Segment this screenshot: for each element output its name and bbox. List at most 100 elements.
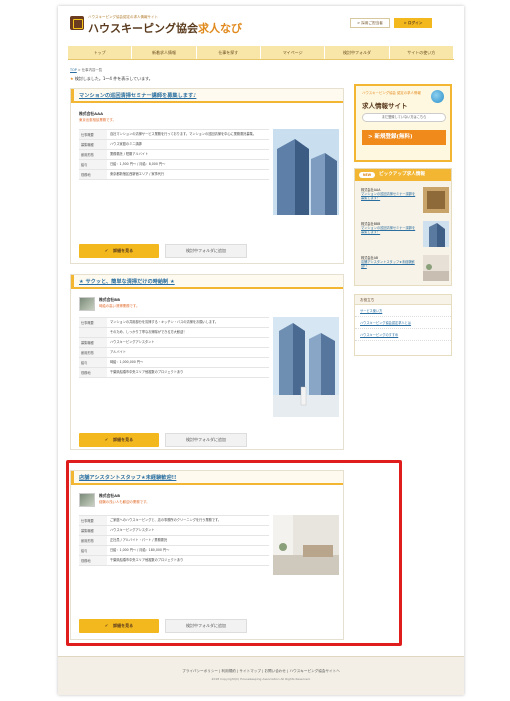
pickup-header: NEW ピックアップ求人情報 bbox=[355, 169, 451, 181]
pickup-title: ピックアップ求人情報 bbox=[379, 172, 425, 177]
copyright: 2018 Copyright(C) Housekeeping Associati… bbox=[211, 677, 311, 681]
detail-label: 詳細を見る bbox=[113, 248, 134, 253]
row-label: 募集職種 bbox=[79, 140, 107, 149]
detail-button[interactable]: ✔ 詳細を見る bbox=[79, 433, 159, 447]
company-sub: 東京出張相談業務です。 bbox=[79, 118, 116, 122]
row-value: 自社マンションの清掃サービス業務を行っております。マンションの巡回清掃を中心に業… bbox=[110, 132, 257, 136]
register-tag: ハウスキーピング協会 認定の求人情報 bbox=[362, 91, 421, 95]
row-value: 千葉県船橋市中央エリア他複数のプロジェクトあり bbox=[110, 369, 184, 374]
nav-item[interactable]: 新着求人情報 bbox=[132, 46, 197, 59]
nav-item[interactable]: サイトの使い方 bbox=[390, 46, 454, 59]
table-row: 給与 日給：1,500 円～ / 月給：8,000 円～ bbox=[79, 160, 269, 170]
sidebar-link[interactable]: ハウスキーピングのすすめ bbox=[355, 329, 451, 341]
table-row: 仕事概要 自社マンションの清掃サービス業務を行っております。マンションの巡回清掃を… bbox=[79, 130, 269, 140]
highlight-box bbox=[66, 460, 402, 646]
logo-main: ハウスキーピング協会 bbox=[88, 22, 198, 35]
row-value: 東京都新宿区西新宿エリア / 家事代行 bbox=[110, 172, 165, 176]
row-label: 雇用形態 bbox=[79, 150, 107, 159]
job-title[interactable]: マンションの巡回清掃セミナー講師を募集します♪ bbox=[71, 89, 343, 103]
sidebar-link[interactable]: ハウスキーピング協会認定求人とは bbox=[355, 317, 451, 329]
table-row: 雇用形態 アルバイト bbox=[79, 347, 269, 358]
result-count: ★ 検討しました。1～4 件を表示しています。 bbox=[70, 76, 153, 82]
pickup-panel: NEW ピックアップ求人情報 株式会社AAA マンションの巡回清掃セミナー講師を… bbox=[354, 168, 452, 286]
page: ハウスキーピング協会認定の求人情報サイト ハウスキーピング協会求人なび > 採用… bbox=[58, 6, 464, 695]
table-row: 勤務地 千葉県船橋市中央エリア他複数のプロジェクトあり bbox=[79, 367, 269, 378]
add-favorite-button[interactable]: 検討中フォルダに追加 bbox=[165, 244, 247, 258]
star-icon: ★ bbox=[70, 76, 74, 81]
job-card: マンションの巡回清掃セミナー講師を募集します♪ 株式会社AAA 東京出張相談業務… bbox=[70, 88, 344, 264]
breadcrumb-home[interactable]: TOP bbox=[70, 68, 77, 72]
check-icon: ✔ bbox=[104, 248, 109, 253]
row-label: 仕事概要 bbox=[79, 130, 107, 139]
job-title-link[interactable]: ★ サクッと、簡単な清掃だけの時給制 ★ bbox=[79, 279, 175, 285]
globe-icon bbox=[431, 90, 444, 103]
table-row: 仕事概要 マンションの共用部分を清掃する・キッチン・バスの清掃をお願いします。 bbox=[79, 318, 269, 328]
header: ハウスキーピング協会認定の求人情報サイト ハウスキーピング協会求人なび > 採用… bbox=[58, 6, 464, 46]
row-value: ハウス家庭のミニ講師 bbox=[110, 142, 142, 146]
job-card: ★ サクッと、簡単な清掃だけの時給制 ★ 株式会社BB 時給の高い清掃業務です。… bbox=[70, 274, 344, 450]
pickup-link[interactable]: マンションの巡回清掃セミナー講師を募集します！ bbox=[361, 226, 417, 235]
row-value: そのため、しっかり丁寧なお掃除ができる方大歓迎！ bbox=[110, 330, 187, 334]
register-panel: ハウスキーピング協会 認定の求人情報 求人情報サイト まだ登録していない方はこち… bbox=[354, 84, 452, 162]
job-photo[interactable] bbox=[273, 129, 339, 215]
useful-links-panel: お役立ち サービス使い方 ハウスキーピング協会認定求人とは ハウスキーピングのす… bbox=[354, 294, 452, 356]
row-value: 業務委託 / 短期アルバイト bbox=[110, 152, 149, 156]
table-row: 給与 時給：1,000,000 円～ bbox=[79, 357, 269, 368]
job-title-link[interactable]: マンションの巡回清掃セミナー講師を募集します♪ bbox=[79, 93, 196, 99]
pickup-image[interactable] bbox=[423, 255, 449, 281]
sidebar-link[interactable]: サービス使い方 bbox=[355, 305, 451, 317]
nav-item[interactable]: 仕事を探す bbox=[197, 46, 261, 59]
row-label: 仕事概要 bbox=[79, 318, 107, 327]
pickup-image[interactable] bbox=[423, 221, 449, 247]
nav-item[interactable]: マイページ bbox=[261, 46, 326, 59]
row-label: 勤務地 bbox=[79, 170, 107, 179]
row-value: 時給：1,000,000 円～ bbox=[110, 359, 144, 364]
logo-icon[interactable] bbox=[70, 16, 84, 30]
nav-item[interactable]: 検討中フォルダ bbox=[325, 46, 390, 59]
links-title: お役立ち bbox=[355, 295, 451, 305]
detail-button[interactable]: ✔ 詳細を見る bbox=[79, 244, 159, 258]
table-row: 勤務地 東京都新宿区西新宿エリア / 家事代行 bbox=[79, 170, 269, 180]
row-value: マンションの共用部分を清掃する・キッチン・バスの清掃をお願いします。 bbox=[110, 320, 219, 324]
table-row: 雇用形態 業務委託 / 短期アルバイト bbox=[79, 150, 269, 160]
pickup-link[interactable]: 店舗アシスタントスタッフ★未経験歓迎!! bbox=[361, 260, 417, 269]
new-badge: NEW bbox=[359, 172, 375, 178]
logo-accent: 求人なび bbox=[198, 22, 242, 35]
row-label: 雇用形態 bbox=[79, 347, 107, 357]
row-label bbox=[79, 328, 107, 337]
breadcrumb: TOP > 仕事内容一覧 bbox=[70, 67, 102, 72]
footer-links[interactable]: プライバシーポリシー | 利用規約 | サイトマップ | お問い合わせ | ハウ… bbox=[58, 669, 464, 674]
job-photo[interactable] bbox=[273, 317, 339, 417]
login-button[interactable]: > ログイン bbox=[394, 18, 432, 28]
row-value: ハウスキーピングアシスタント bbox=[110, 339, 155, 344]
result-text: 検討しました。1～4 件を表示しています。 bbox=[74, 76, 153, 81]
table-row: 募集職種 ハウスキーピングアシスタント bbox=[79, 337, 269, 348]
detail-label: 詳細を見る bbox=[113, 437, 134, 442]
site-logo[interactable]: ハウスキーピング協会求人なび bbox=[88, 20, 242, 36]
check-icon: ✔ bbox=[104, 437, 109, 442]
pickup-item[interactable]: 株式会社BBB マンションの巡回清掃セミナー講師を募集します！ bbox=[361, 221, 449, 251]
job-title[interactable]: ★ サクッと、簡単な清掃だけの時給制 ★ bbox=[71, 275, 343, 289]
row-value: 日給：1,500 円～ / 月給：8,000 円～ bbox=[110, 162, 166, 166]
company-sub: 時給の高い清掃業務です。 bbox=[99, 304, 140, 308]
row-label: 給与 bbox=[79, 357, 107, 367]
nav-item[interactable]: トップ bbox=[68, 46, 133, 59]
footer: プライバシーポリシー | 利用規約 | サイトマップ | お問い合わせ | ハウ… bbox=[58, 656, 464, 695]
company-button[interactable]: > 採用ご担当者 bbox=[350, 18, 390, 28]
register-note: まだ登録していない方はこちら bbox=[362, 113, 446, 122]
register-title: 求人情報サイト bbox=[362, 102, 408, 110]
row-label: 勤務地 bbox=[79, 367, 107, 377]
global-nav: トップ 新着求人情報 仕事を探す マイページ 検討中フォルダ サイトの使い方 bbox=[68, 46, 454, 60]
job-detail-table: 仕事概要 マンションの共用部分を清掃する・キッチン・バスの清掃をお願いします。 そ… bbox=[79, 317, 269, 378]
add-favorite-button[interactable]: 検討中フォルダに追加 bbox=[165, 433, 247, 447]
table-row: そのため、しっかり丁寧なお掃除ができる方大歓迎！ bbox=[79, 328, 269, 338]
register-button[interactable]: > 新規登録(無料) bbox=[362, 130, 446, 145]
pickup-item[interactable]: 株式会社AAA マンションの巡回清掃セミナー講師を募集します！ bbox=[361, 187, 449, 217]
row-value: アルバイト bbox=[110, 349, 126, 354]
breadcrumb-current: > 仕事内容一覧 bbox=[77, 68, 103, 72]
company-avatar bbox=[79, 297, 95, 311]
pickup-item[interactable]: 株式会社AB 店舗アシスタントスタッフ★未経験歓迎!! bbox=[361, 255, 449, 285]
pickup-link[interactable]: マンションの巡回清掃セミナー講師を募集します！ bbox=[361, 192, 417, 201]
row-label: 給与 bbox=[79, 160, 107, 169]
pickup-image[interactable] bbox=[423, 187, 449, 213]
